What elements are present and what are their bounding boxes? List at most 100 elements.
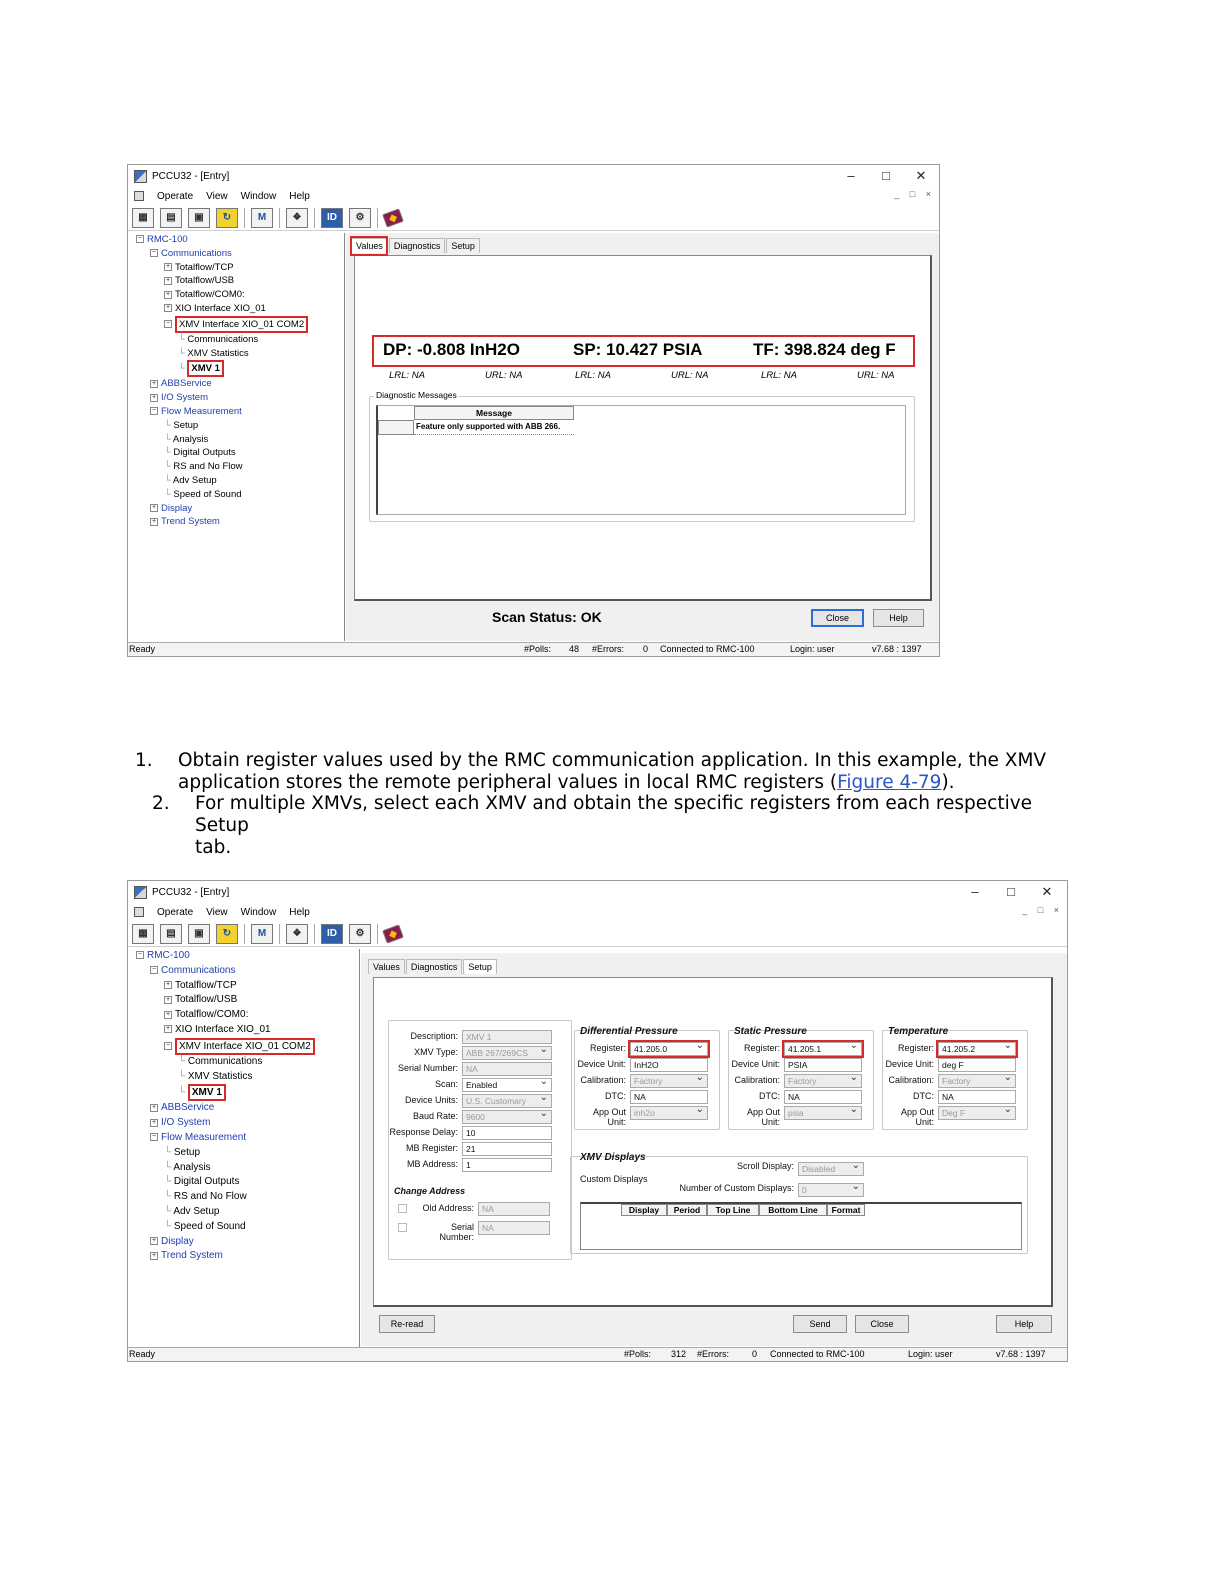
help-book-icon[interactable]: ◆ [382,923,404,944]
reread-button[interactable]: Re-read [379,1315,435,1333]
menu-operate[interactable]: Operate [157,191,193,202]
general-field-value[interactable]: 1 [462,1158,552,1172]
tab-setup[interactable]: Setup [463,959,497,974]
calibrate-icon[interactable]: ID [321,923,343,944]
measurement-field-value[interactable]: psia [784,1104,862,1120]
general-field-value[interactable]: U.S. Customary [462,1092,552,1108]
tree-item[interactable]: └ RS and No Flow [136,460,344,474]
general-field-value[interactable]: 9600 [462,1108,552,1124]
expand-icon[interactable]: + [164,995,172,1004]
tab-diagnostics[interactable]: Diagnostics [388,238,446,253]
mdi-controls[interactable]: _ □ × [1022,905,1063,915]
tree-item[interactable]: + XIO Interface XIO_01 [136,1023,359,1038]
menu-view[interactable]: View [206,907,228,918]
tab-setup[interactable]: Setup [446,238,480,253]
menu-window[interactable]: Window [241,907,277,918]
tree-item[interactable]: └ Analysis [136,1161,359,1176]
entry-icon[interactable]: ▦ [132,923,154,944]
expand-icon[interactable]: + [164,276,172,285]
change-serial-field[interactable]: NA [478,1221,550,1235]
minimize-icon[interactable]: – [833,165,869,187]
tree-item[interactable]: + Totalflow/USB [136,993,359,1008]
collapse-icon[interactable]: − [136,951,144,960]
num-custom-displays-select[interactable]: 0 [798,1181,864,1197]
calibrate-icon[interactable]: ID [321,207,343,228]
collapse-icon[interactable]: − [150,249,158,258]
collapse-icon[interactable]: − [164,320,172,329]
measurement-field-value[interactable]: Factory [938,1072,1016,1088]
tree-item[interactable]: └ XMV 1 [136,360,344,378]
menu-view[interactable]: View [206,191,228,202]
setup-icon[interactable]: ⚙ [349,923,371,944]
tree-item[interactable]: └ Digital Outputs [136,446,344,460]
tree-item[interactable]: − RMC-100 [136,233,344,247]
expand-icon[interactable]: + [150,517,158,526]
station-icon[interactable]: M [251,923,273,944]
measurement-field-value[interactable]: inh2o [630,1104,708,1120]
tree-item[interactable]: └ Digital Outputs [136,1175,359,1190]
refresh-icon[interactable]: ↻ [216,923,238,944]
measurement-field-value[interactable]: Deg F [938,1104,1016,1120]
expand-icon[interactable]: + [164,1010,172,1019]
close-button[interactable]: Close [811,609,864,627]
tree-item[interactable]: └ XMV 1 [136,1084,359,1102]
tree-item[interactable]: └ Speed of Sound [136,488,344,502]
measurement-field-value[interactable]: Factory [784,1072,862,1088]
menu-help[interactable]: Help [289,907,310,918]
tree-item[interactable]: └ Setup [136,1146,359,1161]
tree-item[interactable]: └ Speed of Sound [136,1220,359,1235]
collapse-icon[interactable]: − [150,1133,158,1142]
tree-item[interactable]: + Totalflow/COM0: [136,288,344,302]
tree-item[interactable]: + Totalflow/USB [136,274,344,288]
general-field-value[interactable]: 21 [462,1142,552,1156]
tab-diagnostics[interactable]: Diagnostics [405,959,463,974]
expand-icon[interactable]: + [164,1025,172,1034]
tree-item[interactable]: + I/O System [136,391,344,405]
tree-item[interactable]: └ RS and No Flow [136,1190,359,1205]
setup-icon[interactable]: ⚙ [349,207,371,228]
tree-item[interactable]: − XMV Interface XIO_01 COM2 [136,315,344,333]
expand-icon[interactable]: + [150,1118,158,1127]
measurement-field-value[interactable]: PSIA [784,1058,862,1072]
expand-icon[interactable]: + [164,304,172,313]
expand-icon[interactable]: + [164,290,172,299]
tree-item[interactable]: + I/O System [136,1116,359,1131]
general-field-value[interactable]: Enabled [462,1076,552,1092]
tree-item[interactable]: + XIO Interface XIO_01 [136,302,344,316]
help-button[interactable]: Help [873,609,924,627]
expand-icon[interactable]: + [150,1236,158,1245]
measurement-field-value[interactable]: InH2O [630,1058,708,1072]
expand-icon[interactable]: + [150,379,158,388]
connect-icon[interactable]: ▣ [188,923,210,944]
collapse-icon[interactable]: − [150,966,158,975]
collapse-icon[interactable]: − [150,407,158,416]
tree-item[interactable]: − Communications [136,964,359,979]
connect-icon[interactable]: ▣ [188,207,210,228]
tree-item[interactable]: └ Adv Setup [136,474,344,488]
collapse-icon[interactable]: − [164,1042,172,1051]
tree-item[interactable]: └ XMV Statistics [136,1070,359,1085]
minimize-icon[interactable]: – [957,881,993,903]
tree-item[interactable]: └ Communications [136,1055,359,1070]
expand-icon[interactable]: + [164,980,172,989]
figure-link[interactable]: Figure 4-79 [837,772,941,793]
close-button[interactable]: Close [855,1315,909,1333]
tree-item[interactable]: └ Adv Setup [136,1205,359,1220]
tree-item[interactable]: + Totalflow/TCP [136,979,359,994]
menu-operate[interactable]: Operate [157,907,193,918]
expand-icon[interactable]: + [150,504,158,513]
old-address-checkbox[interactable] [398,1204,407,1213]
tree-item[interactable]: + Display [136,1235,359,1250]
measurement-field-value[interactable]: NA [784,1090,862,1104]
tree-item[interactable]: └ XMV Statistics [136,347,344,361]
general-field-value[interactable]: NA [462,1062,552,1076]
network-icon[interactable]: ❖ [286,923,308,944]
tree-item[interactable]: └ Communications [136,333,344,347]
send-button[interactable]: Send [793,1315,847,1333]
tree-item[interactable]: + Totalflow/TCP [136,261,344,275]
tree-item[interactable]: + ABBService [136,377,344,391]
tree-item[interactable]: − XMV Interface XIO_01 COM2 [136,1037,359,1055]
expand-icon[interactable]: + [164,263,172,272]
network-icon[interactable]: ❖ [286,207,308,228]
measurement-field-value[interactable]: deg F [938,1058,1016,1072]
